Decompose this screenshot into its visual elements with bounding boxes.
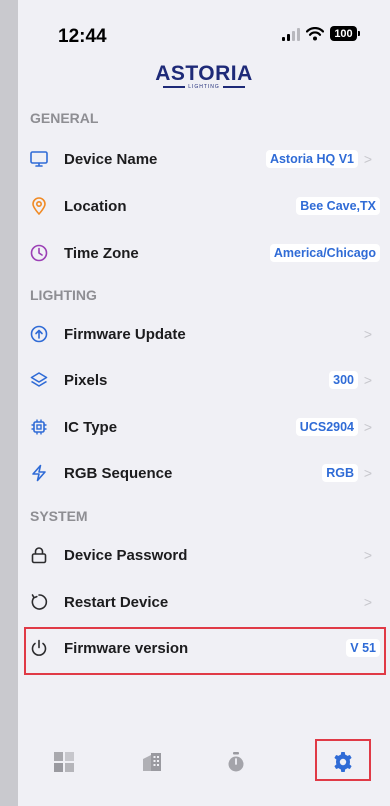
arrow-up-circle-icon [30,325,48,343]
chevron-right-icon: > [363,419,372,435]
chevron-right-icon: > [363,465,372,481]
setting-row-device-name[interactable]: Device Name Astoria HQ V1 > [18,136,390,182]
building-icon [143,753,161,771]
chip-icon [31,419,47,435]
logo-wordmark: ASTORIA [155,62,253,85]
tab-schedule[interactable] [216,742,256,782]
time-zone-label: Time Zone [64,245,139,262]
wifi-icon [306,26,324,40]
lock-icon [31,547,47,564]
restart-device-label: Restart Device [64,594,169,611]
chevron-right-icon: > [363,547,372,563]
chevron-right-icon: > [363,326,372,342]
pixels-value: 300 [329,371,358,389]
firmware-update-label: Firmware Update [64,326,186,343]
rgb-sequence-value: RGB [322,464,358,482]
lightning-icon [32,464,46,482]
status-icons: 100 [282,26,360,41]
section-header-general: GENERAL [30,110,99,126]
ic-type-label: IC Type [64,419,118,436]
firmware-version-highlight [24,627,386,675]
rgb-sequence-label: RGB Sequence [64,465,173,482]
setting-row-pixels[interactable]: Pixels 300 > [18,357,390,403]
status-bar: 12:44 100 [18,0,390,60]
battery-level: 100 [330,26,357,41]
ic-type-value: UCS2904 [295,418,358,436]
location-label: Location [64,198,127,215]
settings-tab-highlight [315,739,371,781]
grid-icon [54,752,74,772]
setting-row-restart-device[interactable]: Restart Device > [18,579,390,625]
chevron-right-icon: > [363,594,372,610]
tab-dashboard[interactable] [44,742,84,782]
layers-icon [30,372,48,387]
restart-icon [31,594,48,610]
map-pin-icon [32,197,46,216]
chevron-right-icon: > [363,372,372,388]
logo-subtitle: LIGHTING [188,84,220,90]
tab-bar [18,722,390,806]
section-header-system: SYSTEM [30,508,88,524]
setting-row-ic-type[interactable]: IC Type UCS2904 > [18,404,390,450]
setting-row-rgb-sequence[interactable]: RGB Sequence RGB > [18,450,390,496]
cellular-signal-icon [282,27,300,41]
location-value: Bee Cave,TX [296,197,380,215]
clock-icon [30,244,48,262]
monitor-icon [30,151,48,167]
tab-zones[interactable] [132,742,172,782]
pixels-label: Pixels [64,372,108,389]
chevron-right-icon: > [363,151,372,167]
battery-icon: 100 [330,26,360,41]
settings-screen: 12:44 100 ASTORIA LIGHTING GENERAL Devic… [18,0,390,806]
device-name-value: Astoria HQ V1 [265,150,358,168]
timer-icon [228,752,244,772]
status-time: 12:44 [58,26,107,47]
setting-row-firmware-update[interactable]: Firmware Update > [18,311,390,357]
time-zone-value: America/Chicago [269,244,380,262]
brand-logo: ASTORIA LIGHTING [18,62,390,90]
setting-row-device-password[interactable]: Device Password > [18,532,390,578]
device-name-label: Device Name [64,151,158,168]
setting-row-time-zone[interactable]: Time Zone America/Chicago [18,230,390,276]
device-password-label: Device Password [64,547,188,564]
section-header-lighting: LIGHTING [30,287,97,303]
setting-row-location[interactable]: Location Bee Cave,TX [18,183,390,229]
